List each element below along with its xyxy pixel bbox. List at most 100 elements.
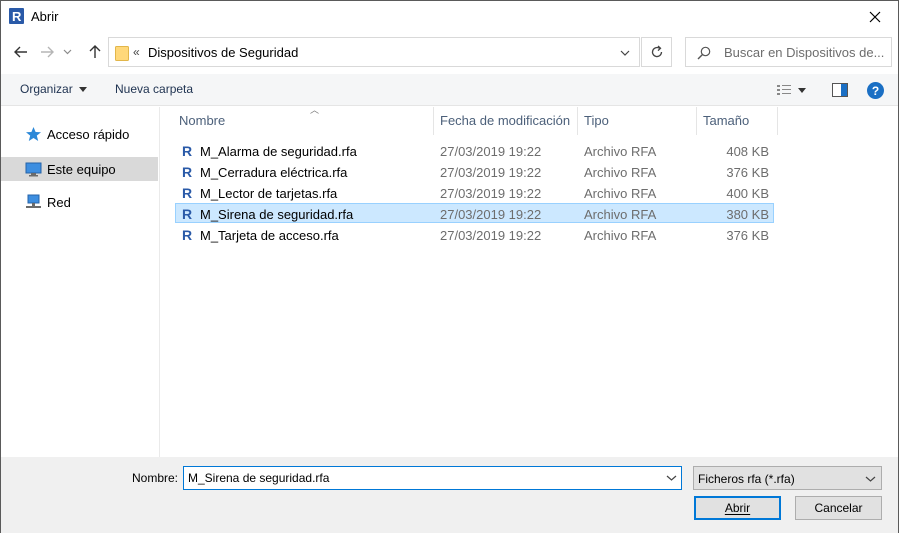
new-folder-button[interactable]: Nueva carpeta: [115, 82, 193, 96]
recent-locations-button[interactable]: [60, 41, 74, 63]
cancel-button-label: Cancelar: [814, 501, 863, 515]
svg-text:R: R: [12, 9, 22, 24]
chevron-down-icon: [63, 49, 71, 55]
file-type-filter-value: Ficheros rfa (*.rfa): [698, 472, 795, 486]
file-date: 27/03/2019 19:22: [440, 144, 542, 159]
file-size: 376 KB: [726, 228, 769, 243]
rfa-file-icon: R: [182, 185, 192, 200]
file-list: ︿ Nombre Fecha de modificación Tipo Tama…: [161, 105, 898, 457]
file-size: 380 KB: [726, 207, 769, 222]
file-type: Archivo RFA: [584, 228, 657, 243]
column-header-label: Tamaño: [703, 113, 750, 128]
column-header-label: Fecha de modificación: [440, 113, 571, 128]
file-row-selected[interactable]: R M_Sirena de seguridad.rfa 27/03/2019 1…: [175, 203, 774, 223]
up-button[interactable]: [84, 41, 106, 63]
arrow-right-icon: [41, 46, 54, 58]
svg-text:R: R: [182, 143, 192, 158]
filename-label: Nombre:: [132, 471, 179, 485]
view-options-caret-icon[interactable]: [798, 88, 806, 93]
new-folder-label: Nueva carpeta: [115, 82, 194, 96]
chevron-down-icon[interactable]: [666, 473, 677, 483]
star-icon: [26, 127, 41, 141]
file-name: M_Sirena de seguridad.rfa: [200, 207, 354, 222]
file-date: 27/03/2019 19:22: [440, 165, 542, 180]
refresh-button[interactable]: [641, 37, 672, 67]
file-size: 408 KB: [726, 144, 769, 159]
svg-text:R: R: [182, 227, 192, 242]
search-box[interactable]: [685, 37, 892, 67]
column-header-size[interactable]: Tamaño: [697, 107, 778, 135]
title-bar: R Abrir: [1, 1, 898, 32]
refresh-icon: [651, 45, 662, 58]
svg-text:R: R: [182, 206, 192, 221]
caret-down-icon: [78, 87, 87, 93]
sidebar-item-label: Este equipo: [47, 162, 116, 177]
sidebar-item-network[interactable]: Red: [1, 190, 158, 214]
dialog-footer: Nombre: Ficheros rfa (*.rfa) Abrir Cance…: [1, 457, 898, 533]
sidebar-item-label: Red: [47, 195, 71, 210]
forward-button[interactable]: [36, 41, 58, 63]
revit-app-icon: R: [9, 8, 24, 24]
file-date: 27/03/2019 19:22: [440, 228, 542, 243]
sort-ascending-icon: ︿: [310, 105, 320, 115]
close-button[interactable]: [852, 1, 898, 32]
file-row[interactable]: R M_Cerradura eléctrica.rfa 27/03/2019 1…: [175, 161, 774, 181]
view-details-icon[interactable]: [776, 83, 792, 97]
column-header-type[interactable]: Tipo: [578, 107, 697, 135]
filename-input[interactable]: [188, 467, 658, 489]
network-icon: [26, 194, 41, 208]
column-header-label: Tipo: [584, 113, 609, 128]
search-icon: [697, 46, 711, 60]
rfa-file-icon: R: [182, 227, 192, 242]
preview-pane-icon[interactable]: [832, 83, 848, 97]
arrow-left-icon: [14, 46, 27, 58]
file-type: Archivo RFA: [584, 144, 657, 159]
file-type-filter[interactable]: Ficheros rfa (*.rfa): [693, 466, 882, 490]
file-name: M_Cerradura eléctrica.rfa: [200, 165, 348, 180]
breadcrumb-overflow[interactable]: «: [133, 45, 140, 59]
window-title: Abrir: [31, 9, 59, 24]
file-date: 27/03/2019 19:22: [440, 207, 542, 222]
sidebar-item-this-pc[interactable]: Este equipo: [1, 157, 158, 181]
svg-text:R: R: [182, 164, 192, 179]
file-name: M_Alarma de seguridad.rfa: [200, 144, 357, 159]
cancel-button[interactable]: Cancelar: [795, 496, 882, 520]
column-header-date[interactable]: Fecha de modificación: [434, 107, 578, 135]
rfa-file-icon: R: [182, 164, 192, 179]
organize-label: Organizar: [20, 82, 73, 96]
file-date: 27/03/2019 19:22: [440, 186, 542, 201]
sidebar-item-label: Acceso rápido: [47, 127, 130, 142]
file-row[interactable]: R M_Alarma de seguridad.rfa 27/03/2019 1…: [175, 140, 774, 160]
column-header-name[interactable]: ︿ Nombre: [173, 105, 434, 135]
computer-icon: [25, 162, 42, 177]
open-file-dialog: R Abrir « Dispositivos de Seguridad Busc…: [0, 0, 899, 533]
file-size: 400 KB: [726, 186, 769, 201]
chevron-down-icon[interactable]: [619, 47, 631, 59]
help-icon[interactable]: ?: [867, 82, 884, 99]
file-type: Archivo RFA: [584, 186, 657, 201]
file-type: Archivo RFA: [584, 165, 657, 180]
rfa-file-icon: R: [182, 143, 192, 158]
open-button[interactable]: Abrir: [694, 496, 781, 520]
file-name: M_Lector de tarjetas.rfa: [200, 186, 338, 201]
file-name: M_Tarjeta de acceso.rfa: [200, 228, 339, 243]
open-button-label: Abrir: [724, 501, 751, 515]
command-bar: Organizar Nueva carpeta: [1, 74, 898, 106]
search-input[interactable]: [724, 38, 889, 66]
breadcrumb-current-folder[interactable]: Dispositivos de Seguridad: [148, 45, 298, 60]
sidebar-item-quick-access[interactable]: Acceso rápido: [1, 122, 158, 146]
chevron-down-icon: [865, 476, 876, 482]
folder-icon: [115, 46, 129, 61]
navigation-pane: Acceso rápido Este equipo Red: [1, 107, 160, 457]
rfa-file-icon: R: [182, 206, 192, 221]
arrow-up-icon: [89, 45, 101, 58]
file-row[interactable]: R M_Tarjeta de acceso.rfa 27/03/2019 19:…: [175, 224, 774, 244]
svg-text:R: R: [182, 185, 192, 200]
filename-combobox[interactable]: [183, 466, 682, 490]
back-button[interactable]: [10, 41, 32, 63]
organize-button[interactable]: Organizar: [20, 82, 87, 96]
file-size: 376 KB: [726, 165, 769, 180]
address-bar[interactable]: « Dispositivos de Seguridad: [108, 37, 640, 67]
close-icon: [869, 11, 881, 22]
file-row[interactable]: R M_Lector de tarjetas.rfa 27/03/2019 19…: [175, 182, 774, 202]
